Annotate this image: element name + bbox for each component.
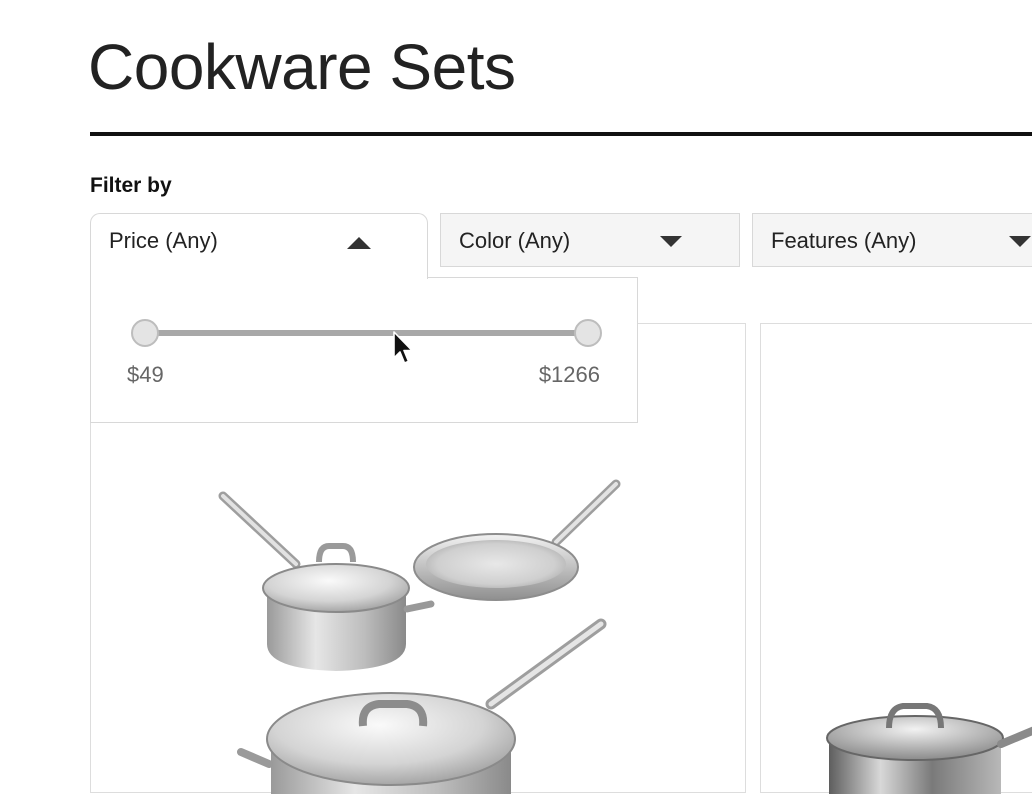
color-filter-label: Color (Any) — [459, 228, 571, 253]
caret-up-icon — [347, 237, 371, 249]
price-slider-max-handle[interactable] — [574, 319, 602, 347]
price-max-label: $1266 — [538, 362, 600, 387]
caret-down-icon — [660, 236, 682, 247]
price-min-label: $49 — [127, 362, 164, 387]
price-filter-label: Price (Any) — [109, 228, 218, 253]
caret-down-icon — [1009, 236, 1031, 247]
features-filter-dropdown[interactable]: Features (Any) — [752, 213, 1032, 267]
price-slider-min-handle[interactable] — [131, 319, 159, 347]
title-divider — [90, 132, 1032, 136]
mouse-pointer-icon — [393, 331, 413, 364]
product-card[interactable] — [760, 323, 1032, 794]
color-filter-dropdown[interactable]: Color (Any) — [440, 213, 740, 267]
filter-heading: Filter by — [90, 174, 172, 197]
price-filter-panel: $49 $1266 — [90, 277, 638, 423]
price-filter-dropdown[interactable]: Price (Any) — [90, 213, 428, 279]
page-title: Cookware Sets — [88, 31, 516, 103]
price-slider-track[interactable] — [145, 330, 588, 336]
features-filter-label: Features (Any) — [771, 228, 917, 253]
saucepan-image — [826, 703, 1032, 794]
